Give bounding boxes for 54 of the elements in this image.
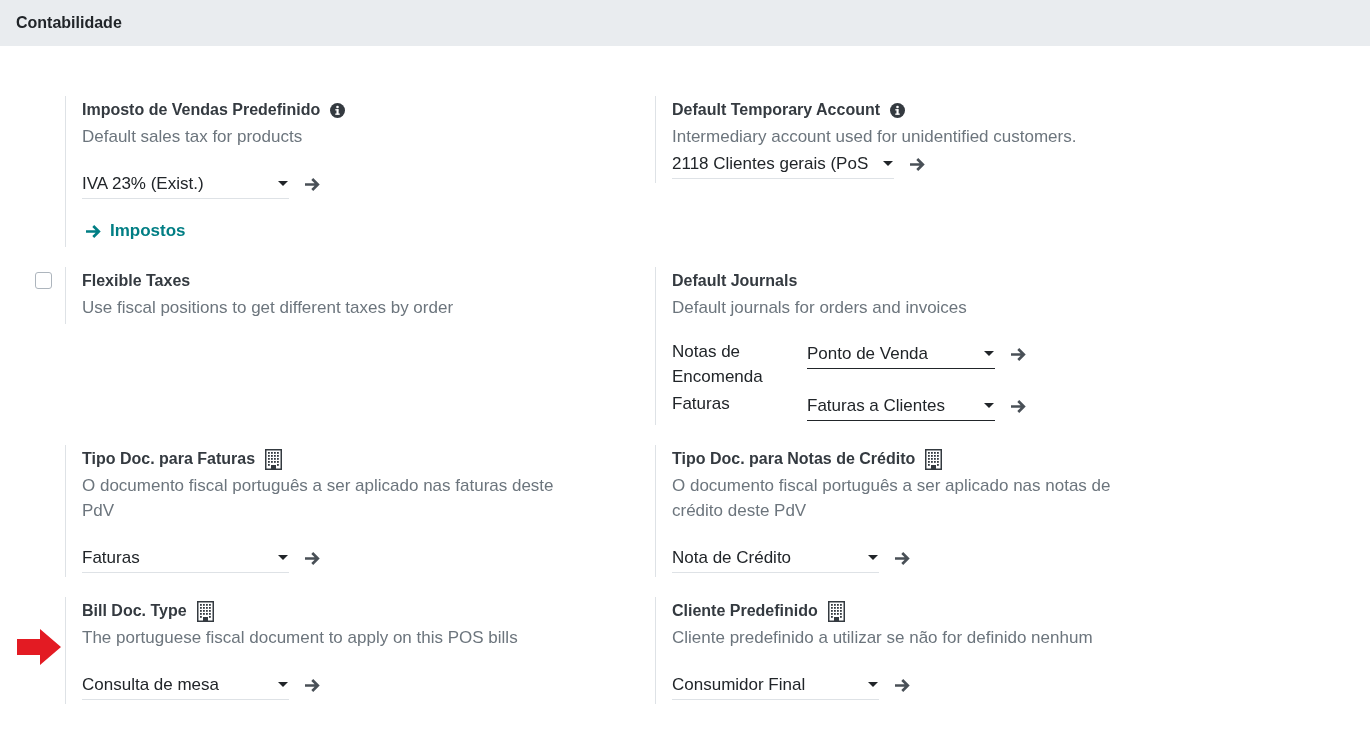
related-link[interactable]: Impostos xyxy=(82,219,186,243)
caret-icon xyxy=(278,181,288,186)
checkbox[interactable] xyxy=(35,272,52,289)
open-record-button[interactable] xyxy=(305,551,320,565)
caret-icon xyxy=(868,682,878,687)
arrow-right-icon xyxy=(305,551,320,565)
setting-title: Tipo Doc. para Notas de Crédito xyxy=(672,449,916,469)
caret-icon xyxy=(278,682,288,687)
setting-description: The portuguese fiscal document to apply on this POS bills xyxy=(82,627,519,649)
open-record-button[interactable] xyxy=(305,678,320,692)
setting-title: Flexible Taxes xyxy=(82,271,191,291)
select-field[interactable]: Consumidor Final xyxy=(672,670,879,700)
setting-description: O documento fiscal português a ser aplicado nas notas de crédito deste PdV xyxy=(672,475,1112,522)
arrow-right-icon xyxy=(895,678,910,692)
open-record-button[interactable] xyxy=(1011,347,1026,361)
arrow-right-icon xyxy=(305,678,320,692)
setting-description: Intermediary account used for unidentified customers. xyxy=(672,126,1078,148)
setting-description: Use fiscal positions to get different taxes by order xyxy=(82,297,455,319)
setting-title: Cliente Predefinido xyxy=(672,601,818,621)
caret-icon xyxy=(883,161,893,166)
caret-icon xyxy=(868,555,878,560)
select-field[interactable]: Nota de Crédito xyxy=(672,543,879,573)
open-record-button[interactable] xyxy=(895,551,910,565)
setting-title: Default Journals xyxy=(672,271,798,291)
section-title: Contabilidade xyxy=(16,13,122,33)
select-field[interactable]: IVA 23% (Exist.) xyxy=(82,169,289,199)
arrow-right-icon xyxy=(910,157,925,171)
select-field[interactable]: 2118 Clientes gerais (PoS xyxy=(672,149,894,179)
setting-title: Bill Doc. Type xyxy=(82,601,187,621)
caret-icon xyxy=(984,403,994,408)
select-field[interactable]: Faturas a Clientes xyxy=(807,391,995,421)
setting-description: O documento fiscal português a ser aplicado nas faturas deste PdV xyxy=(82,475,555,522)
arrow-right-icon xyxy=(1011,347,1026,361)
open-record-button[interactable] xyxy=(895,678,910,692)
arrow-right-icon xyxy=(895,551,910,565)
journal-label: Faturas xyxy=(672,393,731,415)
setting-title: Imposto de Vendas Predefinido xyxy=(82,100,321,120)
caret-icon xyxy=(984,351,994,356)
arrow-right-icon xyxy=(305,177,320,191)
setting-description: Default sales tax for products xyxy=(82,126,304,148)
caret-icon xyxy=(278,555,288,560)
arrow-right-icon xyxy=(86,224,101,238)
setting-description: Cliente predefinido a utilizar se não for definido nenhum xyxy=(672,627,1094,649)
journal-label: Notas de Encomenda xyxy=(672,341,764,388)
open-record-button[interactable] xyxy=(910,157,925,171)
open-record-button[interactable] xyxy=(305,177,320,191)
select-field[interactable]: Ponto de Venda xyxy=(807,339,995,369)
setting-title: Tipo Doc. para Faturas xyxy=(82,449,256,469)
open-record-button[interactable] xyxy=(1011,399,1026,413)
setting-title: Default Temporary Account xyxy=(672,100,881,120)
select-field[interactable]: Consulta de mesa xyxy=(82,670,289,700)
select-field[interactable]: Faturas xyxy=(82,543,289,573)
arrow-right-icon xyxy=(1011,399,1026,413)
setting-description: Default journals for orders and invoices xyxy=(672,297,968,319)
